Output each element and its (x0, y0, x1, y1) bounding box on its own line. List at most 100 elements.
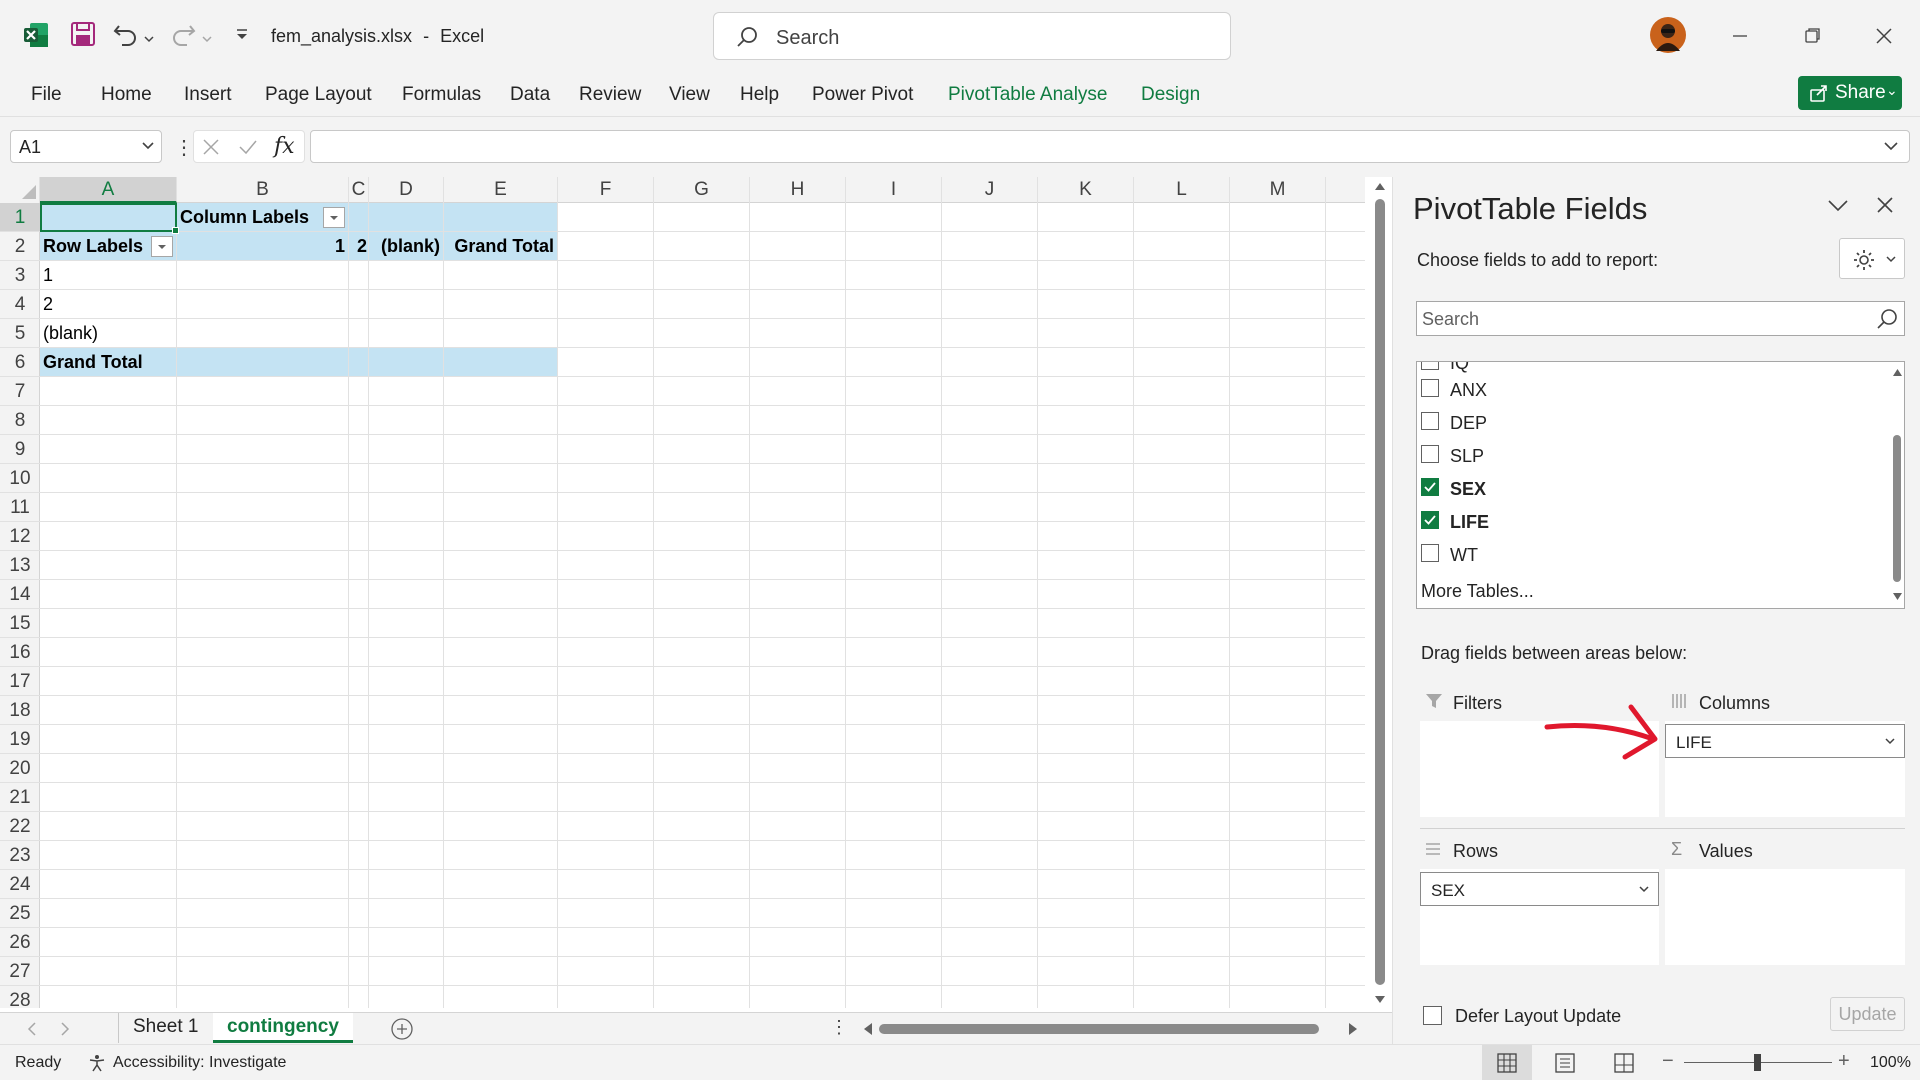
tab-data[interactable]: Data (510, 84, 550, 106)
row-header-28[interactable]: 28 (0, 986, 40, 1015)
row-header-7[interactable]: 7 (0, 377, 40, 406)
column-labels-filter-button[interactable] (323, 207, 345, 228)
accessibility-status[interactable]: Accessibility: Investigate (113, 1054, 286, 1072)
close-window-button[interactable] (1862, 14, 1906, 58)
row-header-25[interactable]: 25 (0, 899, 40, 928)
cell-d2[interactable]: (blank) (369, 232, 444, 261)
formula-input[interactable] (310, 130, 1910, 163)
column-header-j[interactable]: J (942, 177, 1038, 203)
redo-icon[interactable] (170, 22, 196, 51)
tab-review[interactable]: Review (579, 84, 641, 106)
cell-b2[interactable]: 1 (177, 232, 349, 261)
column-header-k[interactable]: K (1038, 177, 1134, 203)
undo-dropdown-icon[interactable] (144, 30, 154, 48)
column-header-f[interactable]: F (558, 177, 654, 203)
row-header-4[interactable]: 4 (0, 290, 40, 319)
row-header-22[interactable]: 22 (0, 812, 40, 841)
tab-page-layout[interactable]: Page Layout (265, 84, 372, 106)
row-header-23[interactable]: 23 (0, 841, 40, 870)
row-header-17[interactable]: 17 (0, 667, 40, 696)
undo-icon[interactable] (113, 22, 139, 51)
cell-b1[interactable]: Column Labels (180, 203, 309, 232)
cell-e2[interactable]: Grand Total (444, 232, 558, 261)
scroll-down-icon[interactable] (1892, 592, 1903, 601)
customize-toolbar-icon[interactable] (235, 28, 249, 46)
row-header-18[interactable]: 18 (0, 696, 40, 725)
sheet-tab-sheet-1[interactable]: Sheet 1 (118, 1013, 214, 1043)
cancel-entry-icon[interactable] (202, 138, 220, 156)
tab-help[interactable]: Help (740, 84, 779, 106)
next-sheet-icon[interactable] (60, 1022, 70, 1036)
fill-handle[interactable] (172, 227, 179, 234)
tab-design[interactable]: Design (1141, 84, 1200, 106)
column-header-l[interactable]: L (1134, 177, 1230, 203)
restore-button[interactable] (1790, 14, 1834, 58)
field-checkbox-sex[interactable] (1421, 478, 1439, 496)
values-drop-area[interactable] (1665, 869, 1905, 965)
insert-function-icon[interactable]: fx (274, 134, 295, 159)
columns-field-life[interactable]: LIFE (1665, 724, 1905, 758)
row-header-8[interactable]: 8 (0, 406, 40, 435)
field-checkbox-iq[interactable] (1421, 362, 1439, 370)
row-header-11[interactable]: 11 (0, 493, 40, 522)
zoom-in-icon[interactable]: + (1838, 1050, 1850, 1073)
search-input[interactable]: Search (713, 12, 1231, 60)
share-button[interactable]: Share ⌄ (1798, 76, 1902, 110)
close-pane-icon[interactable] (1875, 195, 1895, 215)
chevron-down-icon[interactable] (1885, 738, 1895, 745)
more-tables-link[interactable]: More Tables... (1421, 581, 1534, 602)
field-checkbox-anx[interactable] (1421, 379, 1439, 397)
user-avatar[interactable] (1650, 17, 1686, 58)
field-list[interactable]: IQ ANX DEP SLP SEX LIFE WT More Tables..… (1416, 361, 1905, 609)
update-button[interactable]: Update (1830, 997, 1905, 1031)
field-search-input[interactable]: Search (1416, 301, 1905, 336)
tab-view[interactable]: View (669, 84, 710, 106)
minimize-button[interactable] (1718, 14, 1762, 58)
column-header-b[interactable]: B (177, 177, 349, 203)
cell-area[interactable]: Column Labels Row Labels 1 2 (blank) Gra… (40, 203, 1365, 1008)
sheet-tab-contingency[interactable]: contingency (213, 1013, 353, 1043)
tab-insert[interactable]: Insert (184, 84, 232, 106)
scroll-up-icon[interactable] (1892, 368, 1903, 377)
row-header-9[interactable]: 9 (0, 435, 40, 464)
normal-view-button[interactable] (1482, 1045, 1532, 1080)
column-header-m[interactable]: M (1230, 177, 1326, 203)
row-header-14[interactable]: 14 (0, 580, 40, 609)
previous-sheet-icon[interactable] (27, 1022, 37, 1036)
select-all-corner[interactable] (0, 177, 40, 203)
horizontal-scroll-thumb[interactable] (879, 1024, 1319, 1034)
row-header-19[interactable]: 19 (0, 725, 40, 754)
field-list-scroll-thumb[interactable] (1893, 435, 1901, 582)
cell-a4[interactable]: 2 (43, 290, 53, 319)
rows-field-sex[interactable]: SEX (1420, 872, 1659, 906)
worksheet-grid[interactable]: A B C D E F G H I J K L M 1 2 3 4 5 6 7 8 9 10 11 1… (0, 177, 1372, 1015)
field-checkbox-life[interactable] (1421, 511, 1439, 529)
cell-a6[interactable]: Grand Total (43, 348, 143, 377)
tab-power-pivot[interactable]: Power Pivot (812, 84, 913, 106)
tab-formulas[interactable]: Formulas (402, 84, 481, 106)
vertical-scrollbar[interactable] (1372, 177, 1388, 1012)
row-header-3[interactable]: 3 (0, 261, 40, 290)
sheet-options-icon[interactable]: ⋮ (830, 1017, 848, 1038)
row-header-26[interactable]: 26 (0, 928, 40, 957)
column-header-a[interactable]: A (40, 177, 177, 203)
row-header-24[interactable]: 24 (0, 870, 40, 899)
field-checkbox-wt[interactable] (1421, 544, 1439, 562)
zoom-out-icon[interactable]: − (1662, 1050, 1674, 1073)
tab-file[interactable]: File (31, 84, 62, 106)
row-header-1[interactable]: 1 (0, 203, 40, 232)
row-header-27[interactable]: 27 (0, 957, 40, 986)
row-header-20[interactable]: 20 (0, 754, 40, 783)
row-header-16[interactable]: 16 (0, 638, 40, 667)
page-break-view-icon[interactable] (1614, 1053, 1634, 1073)
field-checkbox-slp[interactable] (1421, 445, 1439, 463)
defer-layout-checkbox[interactable] (1423, 1006, 1442, 1025)
row-labels-filter-button[interactable] (151, 236, 173, 257)
more-options-icon[interactable]: ⋮ (174, 135, 194, 160)
save-icon[interactable] (70, 21, 96, 52)
row-header-6[interactable]: 6 (0, 348, 40, 377)
name-box[interactable]: A1 (10, 130, 162, 163)
pane-options-icon[interactable] (1827, 199, 1849, 213)
field-layout-button[interactable] (1839, 238, 1905, 279)
column-header-g[interactable]: G (654, 177, 750, 203)
